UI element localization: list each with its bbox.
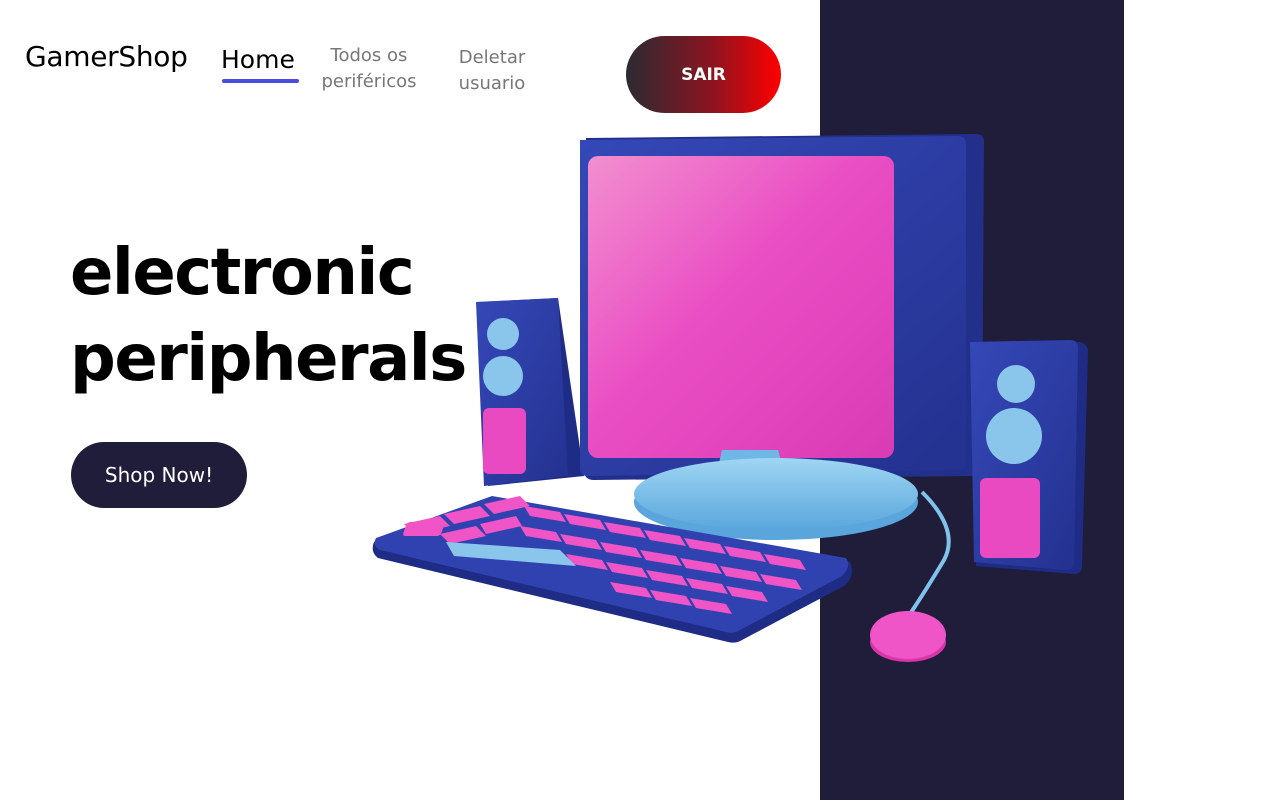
- computer-peripherals-illustration: [372, 134, 1088, 662]
- site-logo[interactable]: GamerShop: [25, 40, 188, 73]
- logout-button[interactable]: SAIR: [626, 36, 781, 113]
- mouse-cable: [908, 490, 951, 616]
- right-speaker: [970, 340, 1088, 574]
- nav-active-underline: [222, 79, 299, 83]
- nav-link-deletar-line2: usuario: [458, 73, 526, 94]
- nav-link-deletar-usuario[interactable]: Deletar usuario: [446, 45, 538, 97]
- nav-link-todos-line1: Todos os: [330, 45, 408, 66]
- mouse: [870, 611, 946, 662]
- nav-link-deletar-line1: Deletar: [458, 47, 526, 68]
- left-speaker: [476, 298, 584, 486]
- nav-link-todos-perifericos[interactable]: Todos os periféricos: [316, 43, 422, 95]
- nav-link-todos-line2: periféricos: [321, 71, 417, 92]
- shop-now-button[interactable]: Shop Now!: [71, 442, 247, 508]
- nav-link-home[interactable]: Home: [221, 45, 295, 74]
- monitor: [580, 134, 984, 540]
